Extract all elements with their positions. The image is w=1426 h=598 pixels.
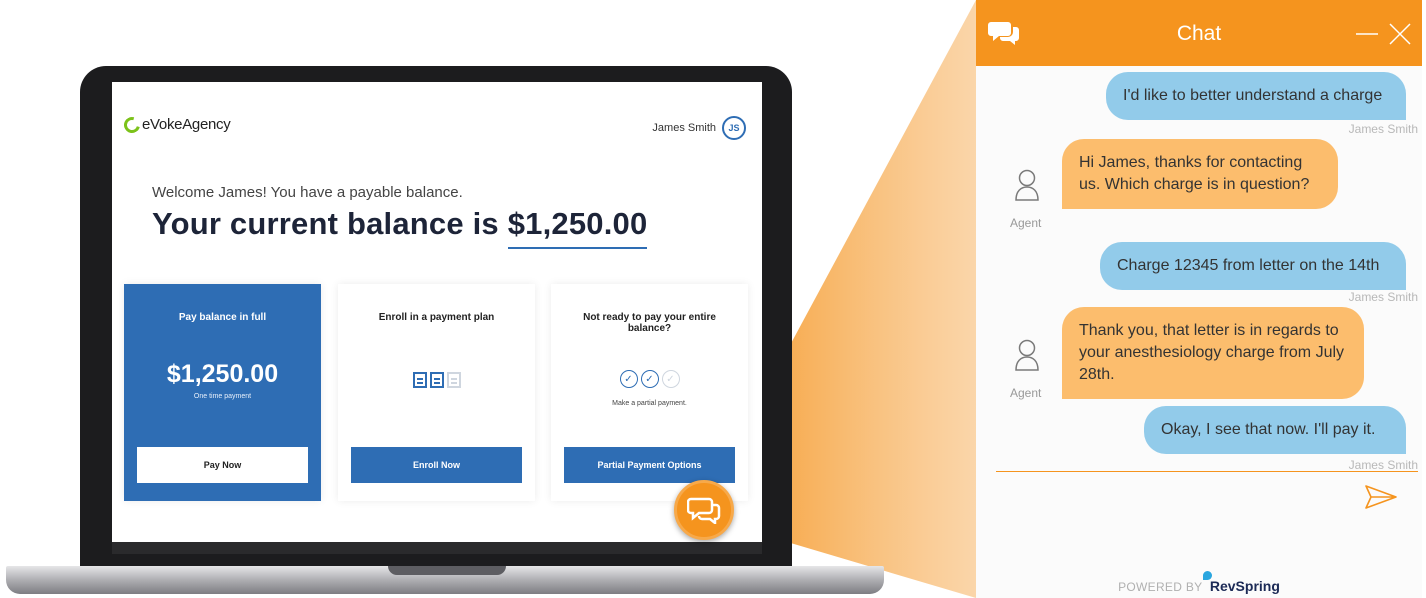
laptop-notch bbox=[388, 566, 506, 575]
card-payment-plan: Enroll in a payment plan Enroll Now bbox=[338, 284, 535, 501]
message-sender: James Smith bbox=[1348, 458, 1418, 472]
balance-heading: Your current balance is $1,250.00 bbox=[152, 206, 648, 249]
document-icon bbox=[446, 372, 461, 388]
revspring-logo: RevSpring bbox=[1202, 571, 1280, 594]
screen-bezel-bottom bbox=[112, 542, 762, 554]
partial-payment-options-button[interactable]: Partial Payment Options bbox=[564, 447, 735, 483]
check-circle-icon: ✓ bbox=[661, 370, 680, 388]
chat-bubbles-icon bbox=[687, 497, 721, 524]
close-icon[interactable] bbox=[1388, 22, 1412, 46]
pay-now-button[interactable]: Pay Now bbox=[137, 447, 308, 483]
chat-message-user: I'd like to better understand a charge bbox=[1106, 72, 1406, 120]
chat-panel: Chat I'd like to better understand a cha… bbox=[976, 0, 1422, 598]
user-menu[interactable]: James Smith JS bbox=[652, 116, 746, 140]
card-pay-full: Pay balance in full $1,250.00 One time p… bbox=[124, 284, 321, 501]
card-subtitle: One time payment bbox=[193, 393, 252, 400]
powered-by: POWERED BY RevSpring bbox=[976, 571, 1422, 594]
powered-by-label: POWERED BY bbox=[1118, 580, 1203, 594]
revspring-logo-icon bbox=[1202, 571, 1212, 580]
checkmarks-icon: ✓ ✓ ✓ bbox=[551, 370, 748, 388]
documents-icon bbox=[338, 372, 535, 388]
chat-message-agent: Hi James, thanks for contacting us. Whic… bbox=[1062, 139, 1338, 209]
chat-input-divider bbox=[996, 471, 1418, 472]
balance-prefix: Your current balance is bbox=[152, 206, 499, 241]
check-circle-icon: ✓ bbox=[619, 370, 638, 388]
laptop-screen: eVokeAgency James Smith JS Welcome James… bbox=[112, 82, 762, 542]
document-icon bbox=[429, 372, 444, 388]
card-amount: $1,250.00 bbox=[166, 360, 279, 388]
brand-name: eVokeAgency bbox=[142, 116, 231, 133]
agent-label: Agent bbox=[1010, 216, 1042, 230]
minimize-icon[interactable] bbox=[1354, 20, 1380, 46]
welcome-text: Welcome James! You have a payable balanc… bbox=[152, 184, 463, 201]
message-sender: James Smith bbox=[1348, 290, 1418, 304]
agent-label: Agent bbox=[1010, 386, 1042, 400]
send-icon[interactable] bbox=[1364, 484, 1398, 510]
card-subtitle: Make a partial payment. bbox=[612, 400, 687, 407]
card-title: Not ready to pay your entire balance? bbox=[583, 312, 716, 334]
message-sender: James Smith bbox=[1348, 122, 1418, 136]
check-circle-icon: ✓ bbox=[640, 370, 659, 388]
chat-message-agent: Thank you, that letter is in regards to … bbox=[1062, 307, 1364, 399]
card-title: Enroll in a payment plan bbox=[378, 312, 495, 323]
chat-message-user: Charge 12345 from letter on the 14th bbox=[1100, 242, 1406, 290]
avatar[interactable]: JS bbox=[722, 116, 746, 140]
brand-e-icon bbox=[121, 113, 143, 136]
agent-avatar-icon bbox=[1015, 339, 1039, 371]
card-title: Pay balance in full bbox=[178, 312, 267, 323]
agent-avatar-icon bbox=[1015, 169, 1039, 201]
user-name: James Smith bbox=[652, 122, 716, 134]
chat-launcher-button[interactable] bbox=[674, 480, 734, 540]
revspring-name: RevSpring bbox=[1209, 578, 1280, 594]
card-partial-payment: Not ready to pay your entire balance? ✓ … bbox=[551, 284, 748, 501]
enroll-now-button[interactable]: Enroll Now bbox=[351, 447, 522, 483]
chat-message-user: Okay, I see that now. I'll pay it. bbox=[1144, 406, 1406, 454]
chat-header: Chat bbox=[976, 0, 1422, 66]
brand-logo[interactable]: eVokeAgency bbox=[121, 113, 231, 136]
document-icon bbox=[412, 372, 427, 388]
balance-amount: $1,250.00 bbox=[507, 206, 648, 249]
